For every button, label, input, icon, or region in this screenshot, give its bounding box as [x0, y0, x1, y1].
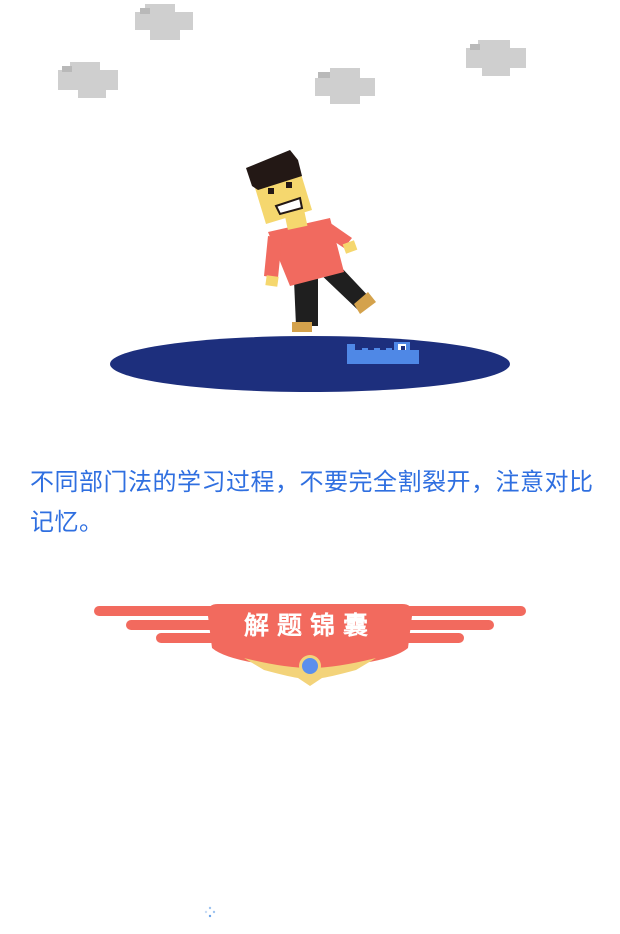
loading-spinner-icon: [204, 906, 216, 918]
section-badge: 解题锦囊: [94, 596, 526, 688]
illustration-scene: [58, 4, 526, 392]
cloud-icon: [135, 4, 193, 40]
cloud-icon: [58, 62, 118, 98]
cloud-icon: [315, 68, 375, 104]
puddle: [110, 336, 510, 392]
man-figure: [246, 150, 376, 332]
gem-icon: [302, 658, 318, 674]
cloud-icon: [466, 40, 526, 76]
tip-text: 不同部门法的学习过程，不要完全割裂开，注意对比记忆。: [30, 468, 594, 536]
badge-title: 解题锦囊: [243, 611, 376, 640]
